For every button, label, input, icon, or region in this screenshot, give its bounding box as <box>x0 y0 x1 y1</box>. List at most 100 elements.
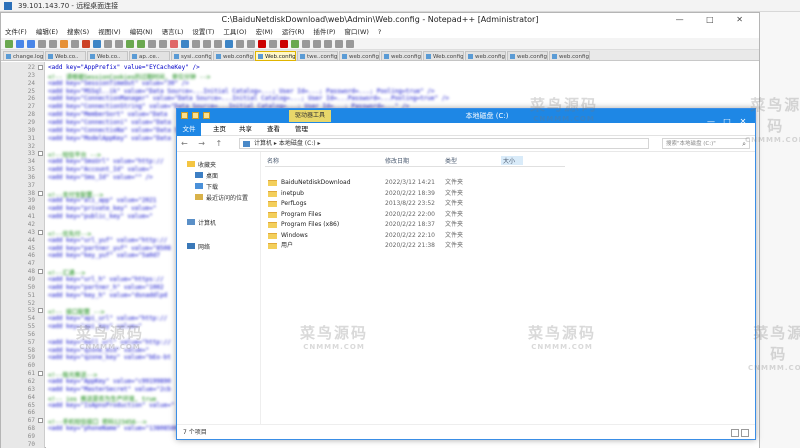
view-toggles[interactable] <box>729 428 749 437</box>
fold-marker[interactable] <box>38 151 43 157</box>
toolbar-button-icon[interactable] <box>302 40 310 48</box>
menu-item[interactable]: 插件(P) <box>313 28 335 36</box>
menu-item[interactable]: 编码(N) <box>130 28 153 36</box>
editor-tab[interactable]: web.config <box>507 51 548 61</box>
file-row[interactable]: 用户 2020/2/22 21:38 文件夹 <box>265 241 565 251</box>
editor-tab[interactable]: Web.config <box>423 51 464 61</box>
toolbar-button-icon[interactable] <box>313 40 321 48</box>
editor-tab[interactable]: web.config <box>465 51 506 61</box>
menu-item[interactable]: 工具(O) <box>223 28 246 36</box>
toolbar-button-icon[interactable] <box>181 40 189 48</box>
toolbar-button-icon[interactable] <box>324 40 332 48</box>
menu-item[interactable]: ? <box>378 28 381 36</box>
menu-item[interactable]: 搜索(S) <box>67 28 89 36</box>
new-folder-icon[interactable] <box>203 112 210 119</box>
editor-tab[interactable]: ap..ce.. <box>129 51 170 61</box>
folder-icon[interactable] <box>181 112 188 119</box>
editor-tab[interactable]: web.config <box>339 51 380 61</box>
toolbar-button-icon[interactable] <box>16 40 24 48</box>
fold-marker[interactable] <box>38 190 43 196</box>
fold-marker[interactable] <box>38 418 43 424</box>
toolbar-button-icon[interactable] <box>71 40 79 48</box>
toolbar-button-icon[interactable] <box>214 40 222 48</box>
nav-downloads[interactable]: 下载 <box>195 182 218 191</box>
toolbar-button-icon[interactable] <box>335 40 343 48</box>
nav-buttons[interactable]: ← → ↑ <box>181 139 226 148</box>
toolbar-button-icon[interactable] <box>247 40 255 48</box>
toolbar-button-icon[interactable] <box>137 40 145 48</box>
nav-computer[interactable]: 计算机 <box>187 218 216 227</box>
menu-item[interactable]: 宏(M) <box>256 28 273 36</box>
column-name[interactable]: 名称 <box>267 156 279 165</box>
address-bar[interactable]: 计算机 ▸ 本地磁盘 (C:) ▸ <box>239 138 649 149</box>
icons-view-icon[interactable] <box>741 429 749 437</box>
fold-marker[interactable] <box>38 269 43 275</box>
tab-view[interactable]: 查看 <box>267 123 280 136</box>
toolbar-button-icon[interactable] <box>60 40 68 48</box>
toolbar-button-icon[interactable] <box>291 40 299 48</box>
tab-home[interactable]: 主页 <box>213 123 226 136</box>
toolbar-button-icon[interactable] <box>236 40 244 48</box>
file-row[interactable]: PerfLogs 2013/8/22 23:52 文件夹 <box>265 199 565 209</box>
column-type[interactable]: 类型 <box>445 156 457 165</box>
menu-item[interactable]: 窗口(W) <box>344 28 369 36</box>
editor-tab[interactable]: web.config <box>381 51 422 61</box>
column-date[interactable]: 修改日期 <box>385 156 409 165</box>
editor-tab[interactable]: Web.co.. <box>45 51 86 61</box>
file-row[interactable]: Program Files (x86) 2020/2/22 18:37 文件夹 <box>265 220 565 230</box>
editor-tab[interactable]: web.config <box>213 51 254 61</box>
toolbar-button-icon[interactable] <box>82 40 90 48</box>
nav-desktop[interactable]: 桌面 <box>195 171 218 180</box>
toolbar-button-icon[interactable] <box>93 40 101 48</box>
fold-marker[interactable] <box>38 371 43 377</box>
toolbar-button-icon[interactable] <box>126 40 134 48</box>
menu-item[interactable]: 运行(R) <box>282 28 305 36</box>
properties-icon[interactable] <box>192 112 199 119</box>
menu-item[interactable]: 视图(V) <box>98 28 121 36</box>
column-size[interactable]: 大小 <box>501 156 524 165</box>
editor-tab[interactable]: change.log <box>3 51 44 61</box>
toolbar-button-icon[interactable] <box>258 40 266 48</box>
file-row[interactable]: inetpub 2020/2/22 18:39 文件夹 <box>265 189 565 199</box>
nav-favorites[interactable]: 收藏夹 <box>187 160 216 169</box>
fold-marker[interactable] <box>38 308 43 314</box>
tab-file[interactable]: 文件 <box>177 123 201 136</box>
toolbar-button-icon[interactable] <box>49 40 57 48</box>
toolbar-button-icon[interactable] <box>203 40 211 48</box>
toolbar-button-icon[interactable] <box>225 40 233 48</box>
editor-tab[interactable]: twe..config <box>297 51 338 61</box>
toolbar-button-icon[interactable] <box>159 40 167 48</box>
toolbar-button-icon[interactable] <box>170 40 178 48</box>
nav-network[interactable]: 网络 <box>187 242 210 251</box>
toolbar-button-icon[interactable] <box>192 40 200 48</box>
toolbar-button-icon[interactable] <box>5 40 13 48</box>
npp-window-controls[interactable]: — □ ✕ <box>676 13 753 27</box>
tab-web-config-active[interactable]: Web.config <box>255 51 296 61</box>
drive-tools-context-tab[interactable]: 驱动器工具 <box>289 110 331 122</box>
file-row[interactable]: Program Files 2020/2/22 22:00 文件夹 <box>265 210 565 220</box>
details-view-icon[interactable] <box>731 429 739 437</box>
fold-marker[interactable] <box>38 65 43 70</box>
editor-tab[interactable]: Web.co.. <box>87 51 128 61</box>
toolbar-button-icon[interactable] <box>104 40 112 48</box>
editor-tab[interactable]: web.config <box>549 51 590 61</box>
toolbar-button-icon[interactable] <box>269 40 277 48</box>
tab-manage[interactable]: 管理 <box>295 123 308 136</box>
file-row[interactable]: Windows 2020/2/22 22:10 文件夹 <box>265 231 565 241</box>
toolbar-button-icon[interactable] <box>38 40 46 48</box>
editor-tab[interactable]: sysi..config <box>171 51 212 61</box>
nav-recent[interactable]: 最近访问的位置 <box>195 193 248 202</box>
toolbar-button-icon[interactable] <box>27 40 35 48</box>
file-row[interactable]: BaiduNetdiskDownload 2022/3/12 14:21 文件夹 <box>265 178 565 188</box>
menu-item[interactable]: 文件(F) <box>5 28 27 36</box>
toolbar-button-icon[interactable] <box>148 40 156 48</box>
menu-item[interactable]: 编辑(E) <box>36 28 58 36</box>
toolbar-button-icon[interactable] <box>346 40 354 48</box>
menu-item[interactable]: 语言(L) <box>162 28 184 36</box>
menu-item[interactable]: 设置(T) <box>192 28 214 36</box>
fold-marker[interactable] <box>38 229 43 235</box>
search-input[interactable]: 搜索"本地磁盘 (C:)" ⌕ <box>662 138 750 149</box>
toolbar-button-icon[interactable] <box>115 40 123 48</box>
tab-share[interactable]: 共享 <box>239 123 252 136</box>
toolbar-button-icon[interactable] <box>280 40 288 48</box>
